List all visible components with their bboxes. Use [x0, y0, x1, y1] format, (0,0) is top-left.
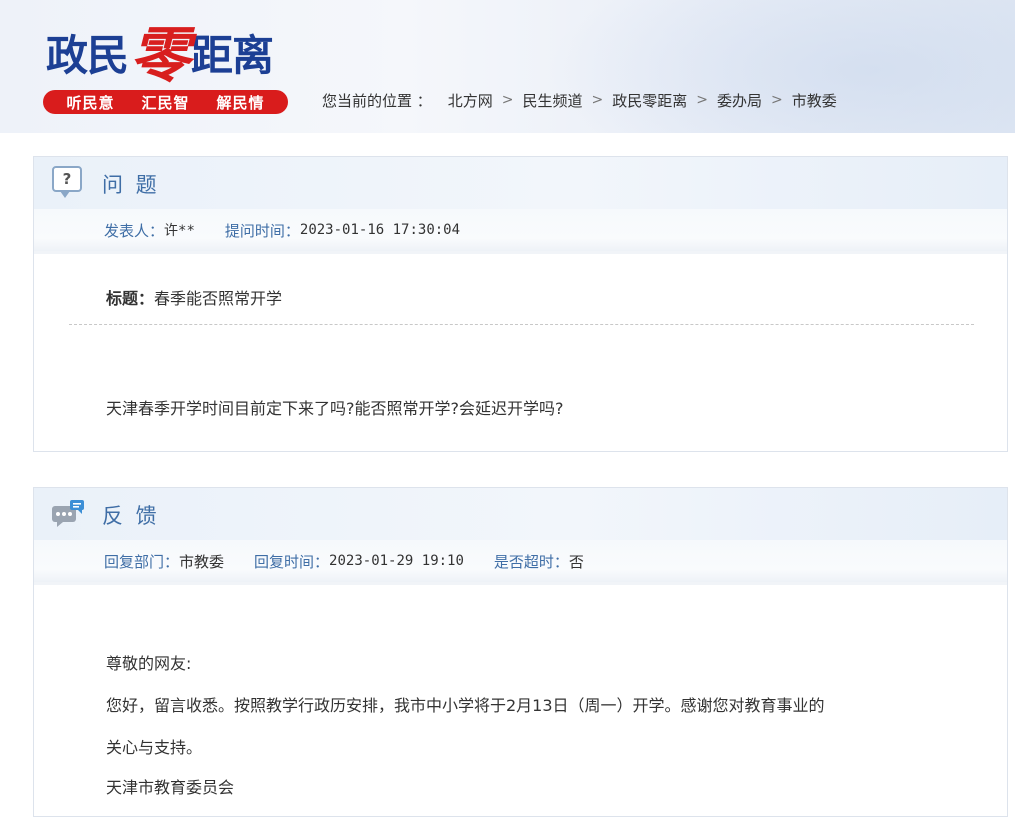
question-meta: 发表人： 许** 提问时间： 2023-01-16 17:30:04: [34, 209, 1007, 254]
site-logo[interactable]: 政民零距离: [46, 20, 274, 86]
question-panel-title: 问 题: [102, 173, 160, 197]
question-subject: 标题：春季能否照常开学: [106, 285, 282, 309]
slogan-3: 解民情: [216, 93, 265, 112]
poster-label: 发表人：: [104, 221, 165, 240]
breadcrumb-separator: >: [771, 92, 783, 108]
reply-signature: 天津市教育委员会: [106, 778, 235, 797]
breadcrumb-lead: 您当前的位置 ：: [322, 91, 432, 110]
breadcrumb-item-weibanju[interactable]: 委办局: [717, 90, 762, 111]
chat-bubbles-icon: [52, 500, 84, 527]
feedback-meta: 回复部门： 市教委 回复时间： 2023-01-29 19:10 是否超时： 否: [34, 540, 1007, 585]
poster-value: 许**: [164, 223, 195, 239]
reply-time-value: 2023-01-29 19:10: [329, 553, 464, 569]
breadcrumb-item-beifangwang[interactable]: 北方网: [448, 90, 493, 111]
reply-time-label: 回复时间：: [254, 552, 330, 571]
logo-text-part3: 距离: [191, 31, 274, 80]
dashed-divider: [69, 324, 974, 325]
overtime-label: 是否超时：: [493, 552, 569, 571]
breadcrumb: 您当前的位置 ： 北方网 > 民生频道 > 政民零距离 > 委办局 > 市教委: [322, 89, 837, 111]
reply-dept-value: 市教委: [179, 552, 225, 571]
logo-text-part2: 零: [130, 21, 190, 91]
site-header: 政民零距离 听民意 汇民智 解民情 您当前的位置 ： 北方网 > 民生频道 > …: [0, 0, 1015, 133]
slogan-2: 汇民智: [141, 93, 190, 112]
feedback-panel-header: 反 馈: [34, 488, 1007, 540]
reply-line-2: 关心与支持。: [106, 738, 203, 757]
slogan-1: 听民意: [66, 93, 115, 112]
breadcrumb-separator: >: [501, 92, 514, 108]
subject-value: 春季能否照常开学: [154, 289, 283, 308]
subject-label: 标题：: [106, 289, 155, 308]
breadcrumb-separator: >: [696, 92, 709, 108]
ask-time-label: 提问时间：: [224, 221, 300, 240]
ask-time-value: 2023-01-16 17:30:04: [299, 222, 461, 238]
breadcrumb-separator: >: [591, 92, 604, 108]
feedback-panel: 反 馈 回复部门： 市教委 回复时间： 2023-01-29 19:10 是否超…: [33, 487, 1008, 817]
reply-line-1: 您好，留言收悉。按照教学行政历安排，我市中小学将于2月13日（周一）开学。感谢您…: [106, 696, 825, 715]
breadcrumb-item-minsheng[interactable]: 民生频道: [523, 90, 583, 111]
breadcrumb-item-zhengmin[interactable]: 政民零距离: [612, 90, 687, 111]
question-icon: ?: [52, 166, 82, 198]
question-content: 天津春季开学时间目前定下来了吗?能否照常开学?会延迟开学吗?: [106, 399, 564, 418]
reply-greeting: 尊敬的网友:: [106, 654, 192, 673]
feedback-panel-title: 反 馈: [102, 504, 160, 528]
overtime-value: 否: [568, 552, 584, 571]
breadcrumb-item-shijiaowei[interactable]: 市教委: [792, 90, 837, 111]
header-background-glow: [520, 0, 1015, 133]
reply-dept-label: 回复部门：: [104, 552, 180, 571]
slogan-banner: 听民意 汇民智 解民情: [43, 90, 288, 114]
question-panel-header: ? 问 题: [34, 157, 1007, 209]
question-panel: ? 问 题 发表人： 许** 提问时间： 2023-01-16 17:30:04…: [33, 156, 1008, 452]
logo-text-part1: 政民: [46, 31, 129, 80]
